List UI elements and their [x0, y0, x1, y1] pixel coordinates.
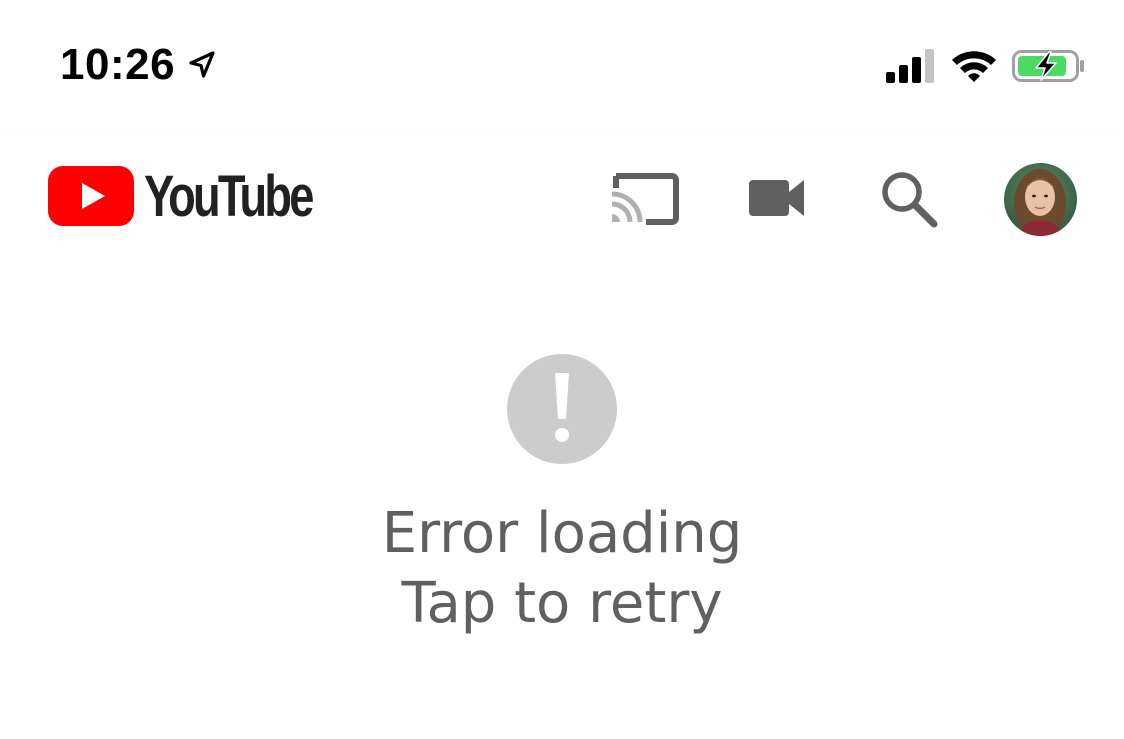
upload-video-button[interactable] [746, 172, 808, 224]
time-group: 10:26 [60, 40, 217, 90]
youtube-logo[interactable]: YouTube [48, 166, 359, 228]
exclamation-circle-icon [507, 354, 617, 464]
youtube-screen: 10:26 YouTube Error loading Tap to retry [0, 0, 1124, 739]
cellular-signal-icon [886, 49, 934, 83]
cast-icon [611, 173, 679, 225]
error-state[interactable]: Error loading Tap to retry [0, 264, 1124, 739]
error-title: Error loading [381, 501, 743, 566]
retry-label[interactable]: Tap to retry [0, 569, 1124, 639]
status-time: 10:26 [60, 40, 176, 89]
video-camera-icon [749, 180, 804, 216]
status-bar: 10:26 [0, 0, 1124, 130]
youtube-wordmark: YouTube [144, 164, 314, 229]
cast-button[interactable] [608, 168, 680, 228]
error-message[interactable]: Error loading Tap to retry [0, 499, 1124, 639]
status-indicators [886, 48, 1086, 84]
avatar-image [1004, 163, 1077, 236]
search-icon [882, 172, 938, 228]
battery-charging-icon [1012, 50, 1084, 82]
search-button[interactable] [878, 168, 940, 230]
wifi-icon [952, 51, 996, 82]
location-arrow-icon [189, 51, 215, 78]
app-bar: YouTube [0, 130, 1124, 264]
account-avatar[interactable] [1004, 163, 1077, 236]
youtube-play-logo-icon [48, 166, 134, 226]
